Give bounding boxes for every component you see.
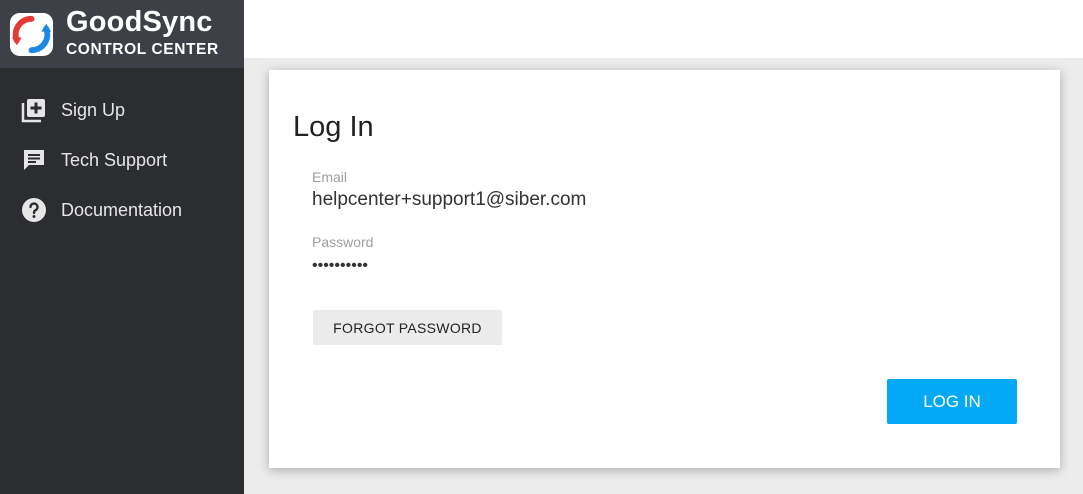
brand-name: GoodSync [66, 6, 213, 38]
email-field[interactable] [312, 189, 812, 211]
help-circle-icon [22, 198, 46, 222]
sidebar-item-label: Documentation [61, 200, 183, 220]
sidebar-item-sign-up[interactable]: Sign Up [0, 88, 244, 132]
forgot-password-button[interactable]: FORGOT PASSWORD [313, 310, 502, 345]
sidebar-item-documentation[interactable]: Documentation [0, 188, 244, 232]
sidebar-item-label: Sign Up [61, 100, 126, 120]
email-label: Email [312, 169, 348, 185]
login-button[interactable]: LOG IN [887, 379, 1017, 424]
brand-header: GoodSync CONTROL CENTER [0, 0, 244, 68]
brand-subtitle: CONTROL CENTER [66, 41, 219, 58]
sidebar-item-label: Tech Support [61, 150, 168, 170]
sidebar-item-tech-support[interactable]: Tech Support [0, 138, 244, 182]
sidebar: GoodSync CONTROL CENTER Sign Up Tech Sup… [0, 0, 244, 494]
login-card: Log In Email Password •••••••••• FORGOT … [269, 70, 1060, 468]
page-title: Log In [293, 111, 374, 143]
chat-icon [24, 150, 44, 170]
password-label: Password [312, 234, 374, 250]
add-box-icon [21, 99, 45, 123]
top-bar [244, 0, 1083, 58]
password-field[interactable]: •••••••••• [312, 257, 368, 275]
goodsync-logo-icon [9, 12, 54, 57]
